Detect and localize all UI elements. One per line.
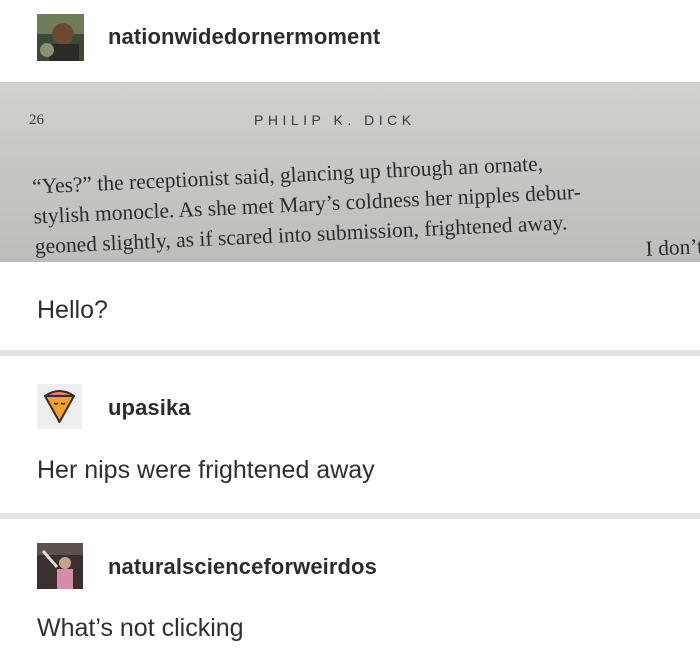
running-head: PHILIP K. DICK (254, 112, 416, 128)
person-photo-avatar-icon[interactable] (37, 543, 83, 589)
post-text: Her nips were frightened away (37, 456, 375, 484)
username-link[interactable]: naturalscienceforweirdos (108, 554, 377, 580)
post-header: nationwidedornermoment (0, 0, 700, 78)
post-header: upasika (0, 356, 700, 436)
post-2: upasika Her nips were frightened away (0, 356, 700, 513)
username-link[interactable]: upasika (108, 395, 191, 421)
username-link[interactable]: nationwidedornermoment (108, 24, 380, 50)
post-header: naturalscienceforweirdos (0, 519, 700, 599)
book-line: I don’t (645, 234, 700, 261)
book-page-photo: 26 PHILIP K. DICK “Yes?” the receptionis… (0, 82, 700, 262)
ice-cream-cone-avatar-icon[interactable] (37, 384, 82, 429)
page-number: 26 (29, 112, 44, 128)
post-text: What’s not clicking (37, 614, 244, 642)
post-1: nationwidedornermoment 26 PHILIP K. DICK… (0, 0, 700, 350)
person-avatar-icon[interactable] (37, 14, 84, 61)
post-3: naturalscienceforweirdos What’s not clic… (0, 519, 700, 670)
post-text: Hello? (37, 296, 108, 324)
